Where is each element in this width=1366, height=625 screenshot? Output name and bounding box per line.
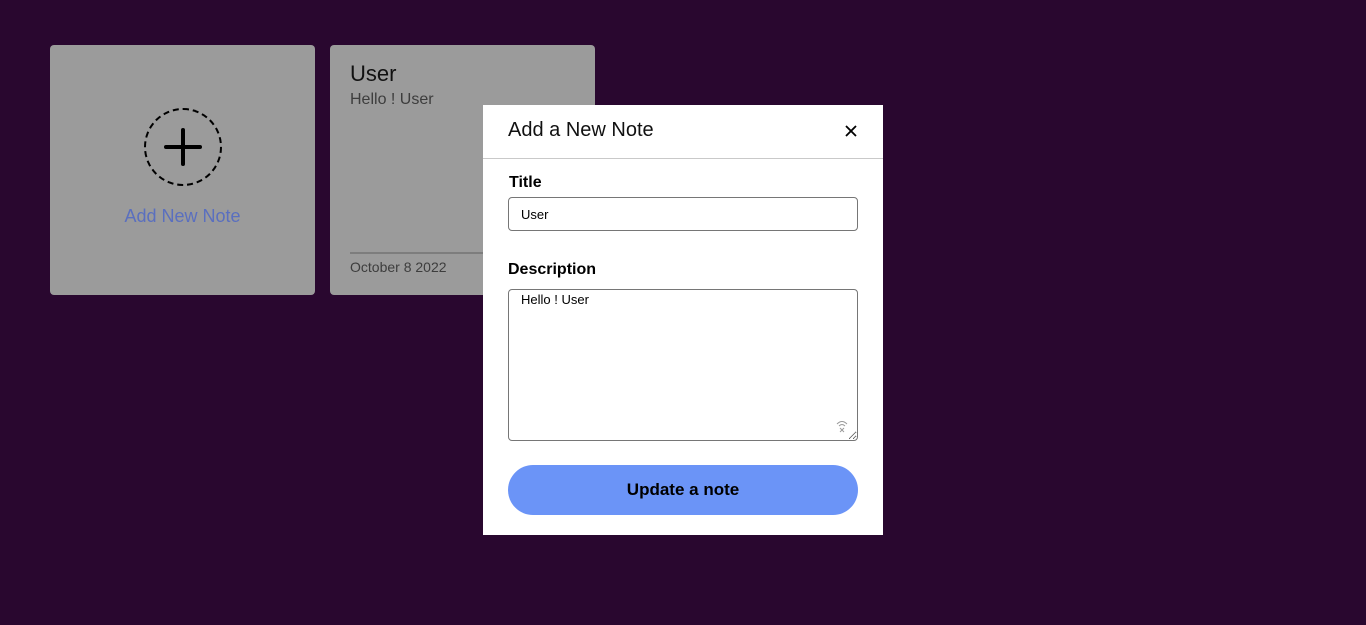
app-root: Add New Note User Hello ! User October 8…	[0, 0, 1366, 625]
modal-header: Add a New Note	[483, 105, 883, 159]
modal-title: Add a New Note	[508, 119, 654, 141]
update-note-button[interactable]: Update a note	[508, 465, 858, 515]
title-label: Title	[509, 174, 542, 191]
note-date: October 8 2022	[350, 259, 447, 275]
description-label: Description	[508, 261, 597, 278]
grammar-extension-icon[interactable]	[835, 419, 849, 433]
close-icon[interactable]	[845, 125, 857, 137]
add-note-card[interactable]: Add New Note	[50, 45, 315, 295]
title-input[interactable]	[508, 197, 858, 231]
note-description: Hello ! User	[350, 91, 434, 108]
description-textarea[interactable]: Hello ! User	[508, 289, 858, 441]
note-modal: Add a New Note Title Description Hello !…	[483, 105, 883, 535]
close-button[interactable]	[841, 121, 861, 141]
plus-icon[interactable]	[144, 108, 222, 186]
add-note-label[interactable]: Add New Note	[50, 206, 315, 227]
note-title: User	[350, 61, 397, 86]
